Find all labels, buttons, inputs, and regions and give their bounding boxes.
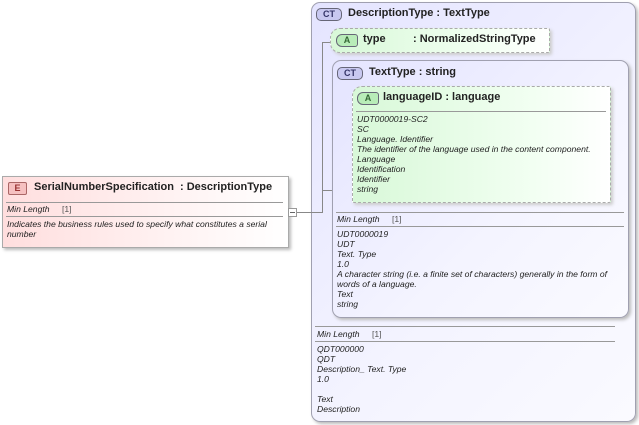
- doc-line: SC: [357, 124, 369, 134]
- attribute-doc: UDT0000019-SC2 SC Language. Identifier T…: [357, 114, 607, 194]
- doc-line: UDT0000019-SC2: [357, 114, 428, 124]
- facet-value: [1]: [62, 204, 72, 214]
- collapse-toggle-icon[interactable]: [288, 208, 297, 217]
- divider: [336, 226, 624, 227]
- doc-line: Text. Type: [337, 249, 377, 259]
- doc-line: QDT: [317, 354, 336, 364]
- doc-line: string: [337, 299, 359, 309]
- outer-doc: QDT000000 QDT Description_ Text. Type 1.…: [317, 344, 607, 414]
- element-doc: Indicates the business rules used to spe…: [7, 219, 267, 239]
- doc-line: Text: [337, 289, 353, 299]
- doc-line: Description: [317, 404, 360, 414]
- doc-line: Language: [357, 154, 396, 164]
- divider: [315, 341, 615, 342]
- facet-label: Min Length: [7, 204, 50, 214]
- complex-type-badge: CT: [337, 67, 363, 80]
- connector: [296, 212, 322, 213]
- doc-line: Description_ Text. Type: [317, 364, 407, 374]
- divider: [6, 216, 283, 217]
- doc-line: UDT0000019: [337, 229, 389, 239]
- complex-type-badge: CT: [316, 8, 342, 21]
- doc-line: The identifier of the language used in t…: [357, 144, 591, 154]
- attribute-name: type: [363, 33, 386, 45]
- doc-line: 1.0: [337, 259, 349, 269]
- doc-line: UDT: [337, 239, 355, 249]
- divider: [356, 111, 606, 112]
- doc-line: Language. Identifier: [357, 134, 433, 144]
- inner-type-title: TextType : string: [369, 66, 456, 78]
- attribute-name: languageID : language: [383, 91, 501, 103]
- doc-line: string: [357, 184, 379, 194]
- doc-line: Text: [317, 394, 333, 404]
- facet-value: [1]: [372, 329, 382, 339]
- doc-line: Identification: [357, 164, 406, 174]
- connector: [322, 190, 332, 191]
- attribute-badge: A: [336, 34, 358, 47]
- doc-line: 1.0: [317, 374, 329, 384]
- divider: [315, 326, 615, 327]
- doc-line: QDT000000: [317, 344, 364, 354]
- divider: [336, 212, 624, 213]
- element-type: : DescriptionType: [180, 181, 273, 193]
- doc-line: [317, 384, 607, 394]
- attribute-badge: A: [357, 92, 379, 105]
- facet-label: Min Length: [337, 214, 380, 224]
- element-name: SerialNumberSpecification: [34, 181, 174, 193]
- connector: [322, 42, 323, 213]
- inner-doc: UDT0000019 UDT Text. Type 1.0 A characte…: [337, 229, 625, 309]
- outer-type-title: DescriptionType : TextType: [348, 7, 490, 19]
- attribute-type: : NormalizedStringType: [413, 33, 536, 45]
- element-badge: E: [8, 182, 27, 195]
- divider: [6, 202, 283, 203]
- doc-line: Identifier: [357, 174, 390, 184]
- facet-value: [1]: [392, 214, 402, 224]
- facet-label: Min Length: [317, 329, 360, 339]
- doc-line: A character string (i.e. a finite set of…: [337, 269, 608, 289]
